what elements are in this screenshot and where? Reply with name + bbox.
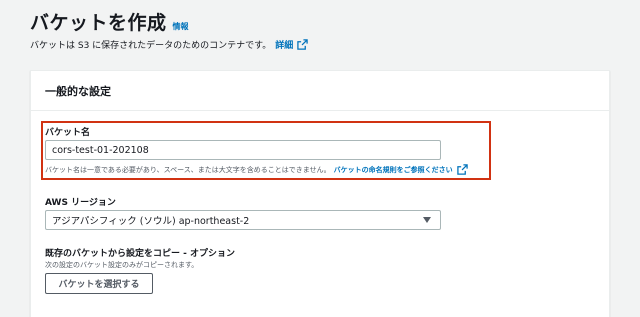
- create-bucket-page: バケットを作成 情報 バケットは S3 に保存されたデータのためのコンテナです。…: [0, 0, 640, 317]
- region-selected-value: アジアパシフィック (ソウル) ap-northeast-2: [52, 216, 250, 227]
- general-settings-panel: 一般的な設定 バケット名 バケット名は一意である必要があり、スペース、または大文…: [30, 70, 610, 317]
- region-label: AWS リージョン: [45, 198, 116, 208]
- title-row: バケットを作成 情報: [30, 8, 189, 35]
- page-description: バケットは S3 に保存されたデータのためのコンテナです。: [30, 41, 272, 51]
- page-title: バケットを作成: [30, 12, 167, 34]
- external-link-icon: [297, 39, 309, 50]
- caret-down-icon: [423, 217, 431, 223]
- page-description-row: バケットは S3 に保存されたデータのためのコンテナです。 詳細: [30, 38, 309, 51]
- naming-rules-link[interactable]: バケットの命名規則をご参照ください: [334, 164, 468, 175]
- external-link-icon: [456, 164, 468, 175]
- bucket-name-constraint-text: バケット名は一意である必要があり、スペース、または大文字を含めることはできません…: [45, 165, 331, 174]
- bucket-name-constraint: バケット名は一意である必要があり、スペース、または大文字を含めることはできません…: [45, 164, 468, 175]
- choose-bucket-button[interactable]: バケットを選択する: [45, 273, 153, 294]
- copy-settings-description: 次の設定のバケット設定のみがコピーされます。: [45, 261, 199, 269]
- detail-link-label: 詳細: [275, 41, 294, 51]
- info-link[interactable]: 情報: [173, 21, 189, 32]
- panel-title: 一般的な設定: [31, 71, 609, 111]
- bucket-name-input[interactable]: [45, 140, 441, 160]
- copy-settings-label: 既存のバケットから設定をコピー - オプション: [45, 249, 236, 259]
- detail-link[interactable]: 詳細: [275, 38, 309, 51]
- bucket-name-label: バケット名: [45, 128, 91, 138]
- naming-rules-link-label: バケットの命名規則をご参照ください: [333, 165, 453, 174]
- region-select[interactable]: アジアパシフィック (ソウル) ap-northeast-2: [45, 210, 441, 230]
